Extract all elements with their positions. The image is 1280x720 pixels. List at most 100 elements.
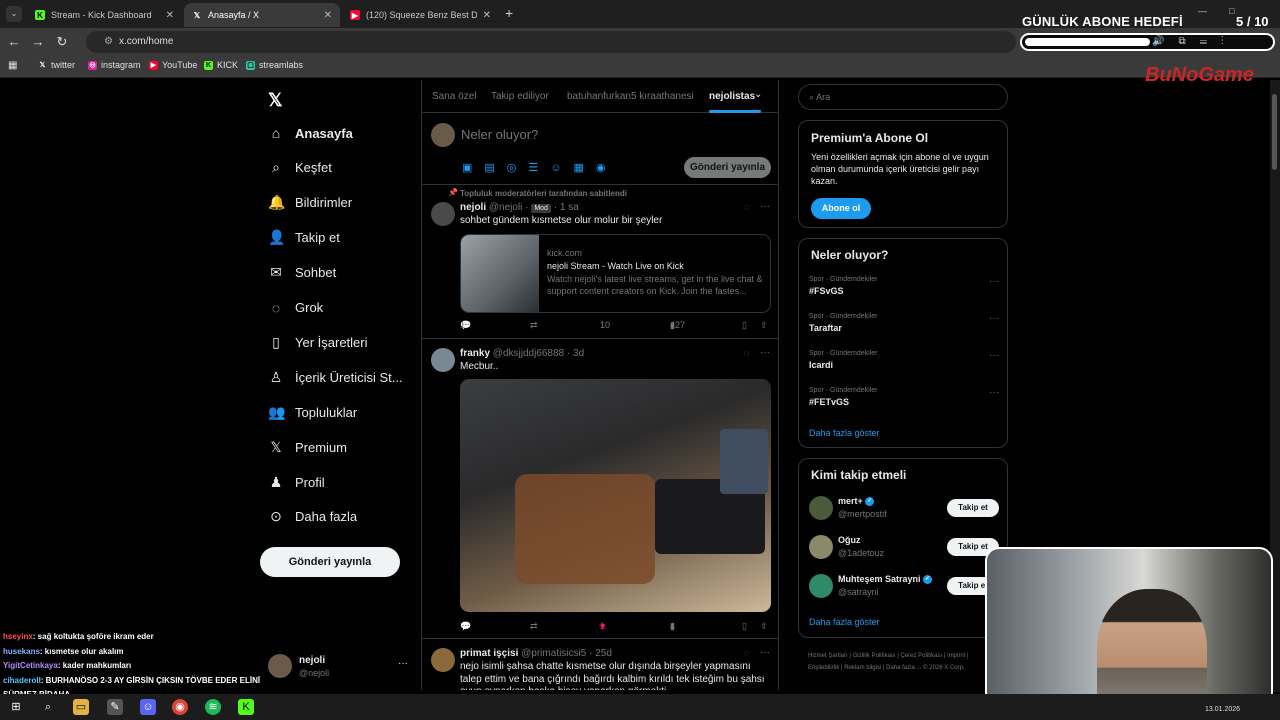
- grok-icon[interactable]: ◌: [744, 202, 749, 212]
- grok-icon[interactable]: ◌: [744, 648, 749, 658]
- browser-tab-youtube[interactable]: ▶ (120) Squeeze Benz Best Driftin ✕: [342, 3, 499, 27]
- more-icon[interactable]: ···: [989, 276, 999, 287]
- card-description: Watch nejoli's latest live streams, get …: [547, 274, 763, 296]
- share-icon[interactable]: ⇪: [760, 621, 768, 632]
- x-logo-icon[interactable]: 𝕏: [268, 90, 283, 111]
- trend-item[interactable]: Spor · Gündemdekiler Icardi ···: [809, 350, 999, 370]
- post-pinned[interactable]: 📌 Topluluk moderatörleri tarafından sabi…: [422, 186, 778, 339]
- follow-button[interactable]: Takip et: [947, 499, 999, 517]
- app-icon[interactable]: ✎: [107, 699, 123, 715]
- wtf-item[interactable]: Muhteşem Satrayni ✓ @satrayni Takip et: [809, 574, 999, 604]
- reload-icon[interactable]: ↻: [54, 34, 70, 50]
- new-tab-button[interactable]: +: [505, 5, 513, 21]
- chevron-down-icon[interactable]: ⌄: [754, 89, 762, 100]
- mod-badge: Mod: [531, 204, 551, 213]
- composer-tools[interactable]: ▣▤◎☰☺▦◉: [462, 161, 617, 174]
- post-image[interactable]: [460, 379, 771, 612]
- author-name[interactable]: franky: [460, 348, 490, 359]
- sidebar-item-8[interactable]: 👥 Topluluklar: [268, 397, 357, 427]
- browser-toolbar-icons[interactable]: 🔊⧉☰⋮: [1152, 36, 1238, 47]
- sidebar-item-1[interactable]: ⌕ Keşfet: [268, 153, 332, 183]
- file-explorer-icon[interactable]: ▭: [73, 699, 89, 715]
- trend-category: Spor · Gündemdekiler: [809, 387, 878, 394]
- sidebar-item-label: Keşfet: [295, 160, 332, 176]
- forward-icon[interactable]: →: [30, 34, 46, 49]
- avatar[interactable]: [431, 202, 455, 226]
- sidebar-item-6[interactable]: ▯ Yer İşaretleri: [268, 327, 367, 357]
- post-button[interactable]: Gönderi yayınla: [260, 547, 400, 577]
- link-card[interactable]: kick.com nejoli Stream - Watch Live on K…: [460, 234, 771, 313]
- bookmark-instagram[interactable]: ◎ instagram: [88, 60, 141, 70]
- avatar[interactable]: [431, 348, 455, 372]
- more-icon[interactable]: ···: [760, 647, 770, 658]
- more-icon[interactable]: ···: [760, 201, 770, 212]
- sidebar-item-7[interactable]: ♙ İçerik Üreticisi St...: [268, 362, 403, 392]
- author-name[interactable]: nejoli: [460, 202, 486, 213]
- close-tab-icon[interactable]: ✕: [166, 10, 174, 21]
- share-icon[interactable]: ⇪: [760, 320, 768, 331]
- wtf-item[interactable]: Oğuz @1adetouz Takip et: [809, 535, 999, 565]
- sidebar-item-10[interactable]: ♟ Profil: [268, 467, 325, 497]
- back-icon[interactable]: ←: [6, 34, 22, 49]
- bookmark-icon[interactable]: ▯: [742, 621, 747, 632]
- tab-search-button[interactable]: ⌄: [6, 6, 22, 22]
- avatar[interactable]: [431, 648, 455, 672]
- sidebar-item-4[interactable]: ✉ Sohbet: [268, 258, 336, 288]
- grok-icon[interactable]: ◌: [744, 348, 749, 358]
- composer-input[interactable]: Neler oluyor?: [461, 127, 538, 142]
- trend-item[interactable]: Spor · Gündemdekiler Taraftar ···: [809, 313, 999, 333]
- wtf-item[interactable]: mert+ ✓ @mertpostif Takip et: [809, 496, 999, 526]
- more-icon[interactable]: ···: [989, 350, 999, 361]
- bookmark-streamlabs[interactable]: ▢ streamlabs: [246, 60, 303, 70]
- chrome-icon[interactable]: ◉: [172, 699, 188, 715]
- scrollbar-thumb[interactable]: [1272, 94, 1277, 170]
- show-more-trends-link[interactable]: Daha fazla göster: [809, 428, 880, 438]
- tab-nejolistas[interactable]: nejolistas: [709, 91, 755, 102]
- more-icon[interactable]: ···: [989, 387, 999, 398]
- more-icon[interactable]: ···: [760, 347, 770, 358]
- trend-item[interactable]: Spor · Gündemdekiler #FSvGS ···: [809, 276, 999, 296]
- windows-start-icon[interactable]: ⊞: [8, 699, 24, 715]
- sidebar-item-9[interactable]: 𝕏 Premium: [268, 432, 347, 462]
- spotify-icon[interactable]: ≋: [205, 699, 221, 715]
- show-more-wtf-link[interactable]: Daha fazla göster: [809, 617, 880, 627]
- sidebar-item-0[interactable]: ⌂ Anasayfa: [268, 118, 353, 148]
- site-info-icon[interactable]: ⚙: [104, 36, 113, 47]
- trend-tag: #FETvGS: [809, 397, 850, 407]
- account-switcher[interactable]: nejoli @nejoli ···: [268, 654, 418, 682]
- tab-community-kiraathane[interactable]: batuhanfurkan5 kıraathanesi: [567, 91, 694, 102]
- browser-tab-x[interactable]: 𝕏 Anasayfa / X ✕: [184, 3, 340, 27]
- apps-icon[interactable]: ▦: [8, 60, 17, 71]
- post[interactable]: primat işçisi @primatisicsi5 · 25d ◌ ···…: [422, 640, 778, 690]
- more-icon[interactable]: ···: [989, 313, 999, 324]
- footer-links[interactable]: Hizmet Şartları | Gizlilik Politikası | …: [808, 650, 998, 674]
- sidebar-item-11[interactable]: ⊙ Daha fazla: [268, 502, 357, 532]
- author-name[interactable]: primat işçisi: [460, 648, 518, 659]
- bookmark-kick[interactable]: K KICK: [204, 60, 238, 70]
- sidebar-item-3[interactable]: 👤 Takip et: [268, 223, 340, 253]
- trend-item[interactable]: Spor · Gündemdekiler #FETvGS ···: [809, 387, 999, 407]
- search-input[interactable]: ⌕ Ara: [798, 84, 1008, 110]
- discord-icon[interactable]: ☺: [140, 699, 156, 715]
- url-field[interactable]: ⚙ x.com/home: [86, 31, 1016, 53]
- tab-for-you[interactable]: Sana özel: [432, 91, 476, 102]
- subscribe-button[interactable]: Abone ol: [811, 198, 871, 219]
- more-icon[interactable]: ···: [398, 658, 408, 669]
- tab-following[interactable]: Takip ediliyor: [491, 91, 549, 102]
- close-tab-icon[interactable]: ✕: [324, 10, 332, 21]
- reply-icon: 💬: [460, 621, 472, 631]
- sidebar-item-5[interactable]: ◌ Grok: [268, 293, 323, 323]
- sidebar-item-2[interactable]: 🔔 Bildirimler: [268, 188, 352, 218]
- browser-tab-kick[interactable]: K Stream - Kick Dashboard ✕: [27, 3, 182, 27]
- search-icon[interactable]: ⌕: [40, 699, 56, 715]
- search-placeholder: Ara: [816, 92, 831, 102]
- post[interactable]: franky @dksjjddj66888 · 3d ◌ ··· Mecbur.…: [422, 340, 778, 639]
- pinned-label: Topluluk moderatörleri tarafından sabitl…: [460, 189, 627, 198]
- kick-app-icon[interactable]: K: [238, 699, 254, 715]
- composer-post-button[interactable]: Gönderi yayınla: [684, 157, 771, 178]
- close-tab-icon[interactable]: ✕: [483, 10, 491, 21]
- bookmark-icon[interactable]: ▯: [742, 320, 747, 331]
- grok-icon: ◌: [271, 299, 281, 316]
- bookmark-twitter[interactable]: 𝕏twitter: [38, 60, 75, 70]
- bookmark-youtube[interactable]: ▶ YouTube: [149, 60, 197, 70]
